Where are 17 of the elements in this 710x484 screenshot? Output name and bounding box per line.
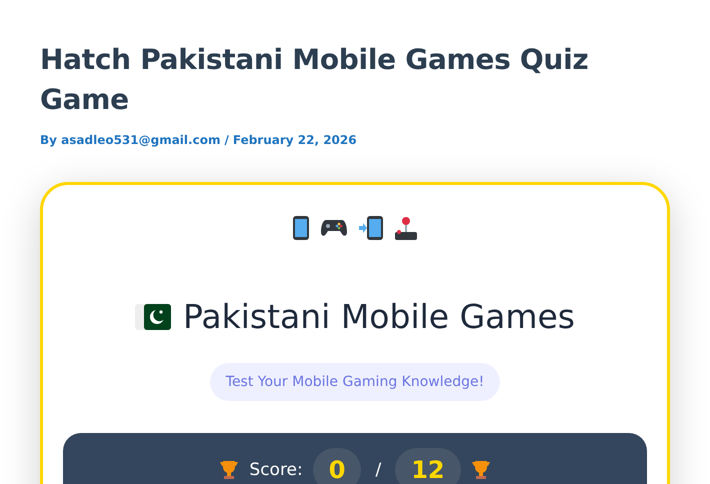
phone-icon <box>293 216 309 240</box>
score-label: Score: <box>249 460 303 480</box>
flag-icon <box>134 304 171 330</box>
gamepad-icon <box>321 218 347 238</box>
phone-arrow-icon <box>359 216 383 240</box>
trophy-icon <box>470 460 491 480</box>
trophy-icon <box>219 460 240 480</box>
post-title: Hatch Pakistani Mobile Games Quiz Game <box>40 42 590 118</box>
date-link[interactable]: February 22, 2026 <box>232 132 357 148</box>
score-value: 0 <box>312 448 362 484</box>
author-link[interactable]: By asadleo531@gmail.com <box>40 132 220 148</box>
subtitle-pill: Test Your Mobile Gaming Knowledge! <box>210 363 500 401</box>
score-separator: / <box>375 460 382 480</box>
score-total: 12 <box>395 448 461 484</box>
joystick-icon <box>395 216 417 240</box>
byline-separator: / <box>224 132 229 148</box>
quiz-heading: Pakistani Mobile Games <box>182 296 576 338</box>
